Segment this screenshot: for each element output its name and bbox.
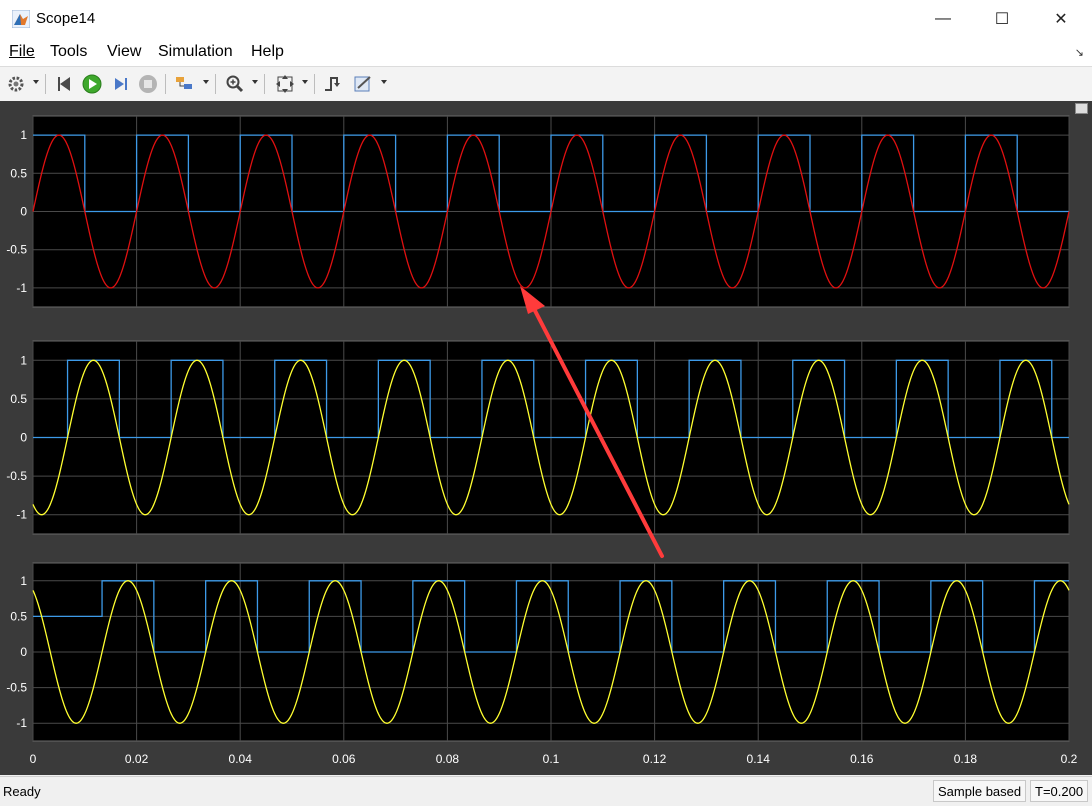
toolbar	[0, 66, 1092, 102]
y-tick-label: -1	[16, 281, 27, 295]
scope-axes-1: 1 0.5 0 -0.5 -1	[6, 115, 1070, 308]
x-tick-label: 0.2	[1061, 752, 1078, 766]
sim-time-indicator: T=0.200	[1030, 780, 1089, 802]
minimize-button[interactable]: —	[920, 0, 966, 38]
close-button[interactable]: ✕	[1038, 0, 1084, 38]
toolbar-separator	[314, 74, 315, 94]
square-wave-line	[33, 134, 1069, 213]
menu-bar: File Tools View Simulation Help ↘	[0, 38, 1092, 66]
chevron-down-icon[interactable]	[252, 80, 258, 84]
menu-view[interactable]: View	[107, 43, 141, 61]
dock-arrow-icon[interactable]: ↘	[1075, 46, 1084, 59]
y-tick-label: -1	[16, 716, 27, 730]
run-back-icon[interactable]	[54, 73, 76, 95]
status-bar: Ready Sample based T=0.200	[0, 776, 1092, 806]
y-tick-label: 0	[20, 431, 27, 445]
title-bar: Scope14 — ☐ ✕	[0, 0, 1092, 38]
y-tick-label: 0.5	[10, 166, 27, 180]
x-tick-label: 0.12	[643, 752, 667, 766]
toolbar-separator	[264, 74, 265, 94]
menu-tools-label: Tools	[50, 43, 88, 60]
chevron-down-icon[interactable]	[33, 80, 39, 84]
menu-simulation[interactable]: Simulation	[158, 43, 233, 61]
menu-help[interactable]: Help	[251, 43, 284, 61]
menu-file[interactable]: File	[9, 43, 35, 61]
scope-plots: 1 0.5 0 -0.5 -1 1 0.5 0 -0.5 -1 1 0.5 0 -0.5 -1 0 0.02 0.…	[6, 115, 1078, 766]
x-tick-label: 0.14	[747, 752, 771, 766]
x-tick-label: 0.18	[954, 752, 978, 766]
fit-axes-icon[interactable]	[274, 73, 296, 95]
y-tick-label: 1	[20, 128, 27, 142]
toolbar-separator	[215, 74, 216, 94]
x-tick-label: 0.02	[125, 752, 149, 766]
chevron-down-icon[interactable]	[381, 80, 387, 84]
maximize-button[interactable]: ☐	[979, 0, 1025, 38]
window-title: Scope14	[36, 10, 96, 27]
y-tick-label: 1	[20, 574, 27, 588]
toolbar-separator	[165, 74, 166, 94]
y-tick-label: 0.5	[10, 392, 27, 406]
status-text: Ready	[3, 784, 41, 799]
style-icon[interactable]	[352, 73, 374, 95]
x-tick-label: 0	[30, 752, 37, 766]
sample-mode-indicator: Sample based	[933, 780, 1027, 802]
y-tick-label: -0.5	[6, 469, 27, 483]
toolbar-separator	[45, 74, 46, 94]
y-tick-label: 1	[20, 353, 27, 367]
menu-view-label: View	[107, 43, 142, 60]
highlight-icon[interactable]	[173, 73, 195, 95]
y-tick-label: 0	[20, 205, 27, 219]
triggers-icon[interactable]	[322, 73, 344, 95]
x-tick-label: 0.1	[543, 752, 560, 766]
menu-simulation-label: Simulation	[158, 43, 233, 60]
scope-axes-2: 1 0.5 0 -0.5 -1	[6, 340, 1070, 535]
y-tick-label: -0.5	[6, 681, 27, 695]
scope-axes-3: 1 0.5 0 -0.5 -1 0 0.02 0.04 0.06 0.08 0.1 0.12 0.14 0…	[6, 562, 1078, 766]
gear-icon[interactable]	[5, 73, 27, 95]
menu-help-label: Help	[251, 43, 284, 60]
menu-file-label: File	[9, 43, 35, 60]
x-tick-label: 0.08	[436, 752, 460, 766]
matlab-logo-icon	[12, 10, 30, 28]
y-tick-label: 0	[20, 645, 27, 659]
x-tick-label: 0.06	[332, 752, 356, 766]
menu-tools[interactable]: Tools	[50, 43, 87, 61]
zoom-in-icon[interactable]	[224, 73, 246, 95]
x-tick-label: 0.16	[850, 752, 874, 766]
x-tick-label: 0.04	[229, 752, 253, 766]
y-tick-label: -0.5	[6, 243, 27, 257]
chevron-down-icon[interactable]	[302, 80, 308, 84]
run-icon[interactable]	[81, 73, 103, 95]
y-tick-label: -1	[16, 508, 27, 522]
step-forward-icon[interactable]	[109, 73, 131, 95]
stop-icon[interactable]	[137, 73, 159, 95]
chevron-down-icon[interactable]	[203, 80, 209, 84]
y-tick-label: 0.5	[10, 609, 27, 623]
